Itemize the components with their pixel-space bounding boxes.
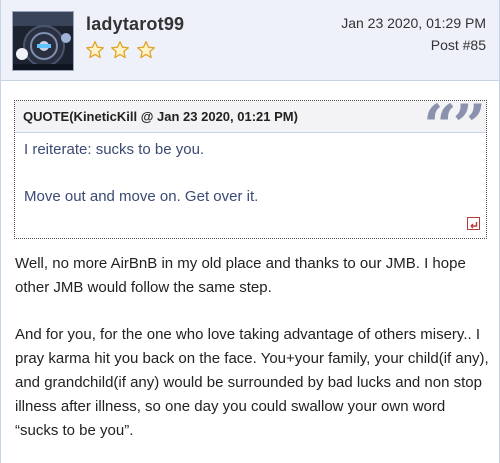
rank-stars: [85, 40, 157, 60]
message-paragraph: And for you, for the one who love taking…: [15, 326, 489, 439]
quote-title-bar: QUOTE(KineticKill @ Jan 23 2020, 01:21 P…: [15, 97, 486, 155]
quote-block: QUOTE(KineticKill @ Jan 23 2020, 01:21 P…: [14, 97, 487, 239]
star-icon: [136, 41, 155, 59]
post-date: Jan 23 2020, 01:29 PM: [341, 15, 486, 31]
jump-to-quoted-post-icon[interactable]: [467, 217, 480, 230]
message-paragraph: Well, no more AirBnB in my old place and…: [15, 255, 466, 296]
quote-line: I reiterate: sucks to be you.: [24, 141, 205, 158]
post-message: Well, no more AirBnB in my old place and…: [15, 252, 490, 443]
quote-body: I reiterate: sucks to be you. Move out a…: [24, 140, 464, 207]
quote-line: Move out and move on. Get over it.: [24, 188, 259, 205]
post-number-link[interactable]: Post #85: [431, 37, 486, 53]
star-icon: [86, 41, 105, 59]
quote-title: QUOTE(KineticKill @ Jan 23 2020, 01:21 P…: [23, 109, 298, 124]
post-header: ladytarot99 Jan 23 2020, 01:29 PM Post #…: [1, 0, 499, 81]
forum-post: ladytarot99 Jan 23 2020, 01:29 PM Post #…: [0, 0, 500, 463]
star-icon: [111, 41, 130, 59]
car-dashboard-avatar-icon: [13, 12, 73, 70]
user-avatar[interactable]: [12, 11, 74, 71]
username[interactable]: ladytarot99: [86, 14, 184, 35]
